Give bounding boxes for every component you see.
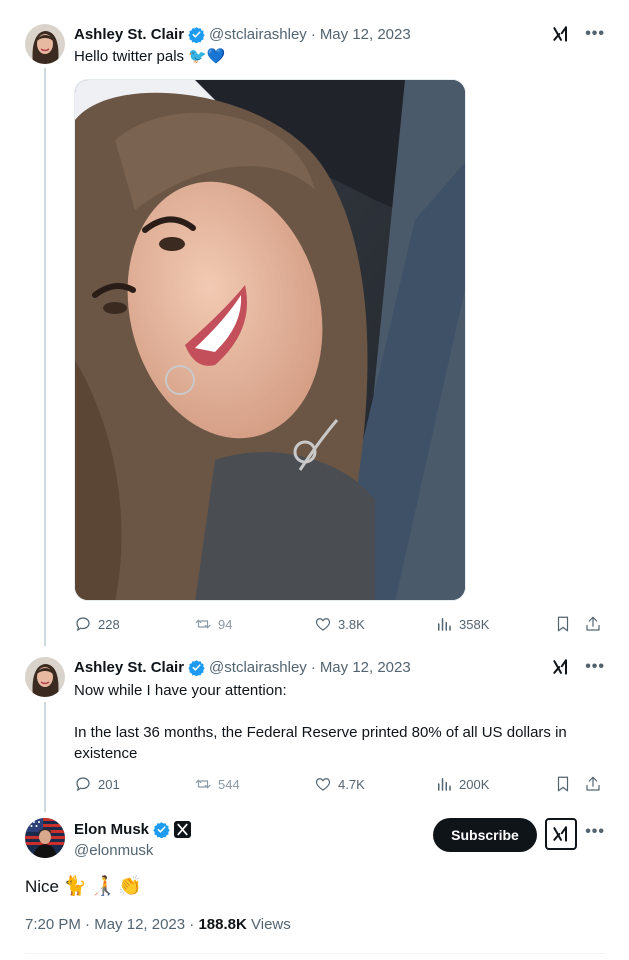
retweet-count: 544 [218, 776, 240, 792]
like-button[interactable]: 3.8K [314, 615, 365, 633]
tweet-actions: 201 544 4.7K 200K [74, 773, 604, 795]
reply-count: 228 [98, 616, 120, 632]
views-button[interactable]: 200K [435, 775, 489, 793]
views-icon [438, 618, 451, 631]
share-button[interactable] [584, 775, 602, 793]
post-time[interactable]: 7:20 PM [25, 916, 81, 933]
tweet-header: Ashley St. Clair @stclairashley · May 12… [74, 23, 411, 45]
like-button[interactable]: 4.7K [314, 775, 365, 793]
tweet-date[interactable]: May 12, 2023 [320, 659, 411, 676]
reply-button[interactable]: 201 [74, 775, 120, 793]
subscribe-button[interactable]: Subscribe [433, 818, 537, 852]
retweet-button[interactable]: 94 [194, 615, 232, 633]
grok-icon [553, 826, 567, 842]
separator: · [85, 916, 91, 933]
separator: · [310, 25, 316, 43]
post-text-body: Nice [25, 877, 60, 896]
avatar[interactable] [25, 24, 65, 64]
x-logo-icon [174, 820, 192, 838]
author-name[interactable]: Elon Musk [74, 821, 149, 838]
author-handle[interactable]: @elonmusk [74, 840, 153, 861]
clapping-hands-emoji: 👏 [118, 876, 143, 897]
post-top-actions: ••• [585, 824, 605, 840]
grok-icon[interactable] [551, 24, 571, 44]
separator: · [310, 658, 316, 676]
author-handle[interactable]: @stclairashley [209, 26, 307, 43]
more-icon[interactable]: ••• [585, 659, 605, 675]
like-count: 3.8K [338, 616, 365, 632]
like-count: 4.7K [338, 776, 365, 792]
tweet-photo[interactable] [74, 79, 466, 601]
tweet-text-line: existence [74, 745, 138, 762]
reply-count: 201 [98, 776, 120, 792]
views-label: Views [251, 916, 291, 933]
share-icon [586, 616, 600, 631]
post-meta: 7:20 PM · May 12, 2023 · 188.8K Views [25, 916, 291, 933]
bookmark-button[interactable] [554, 775, 572, 793]
share-button[interactable] [584, 615, 602, 633]
avatar[interactable] [25, 657, 65, 697]
thread-view: Ashley St. Clair @stclairashley · May 12… [0, 0, 629, 960]
bookmark-icon [557, 776, 569, 792]
share-icon [586, 776, 600, 791]
tweet-text-line: In the last 36 months, the Federal Reser… [74, 724, 567, 741]
like-icon [315, 778, 331, 791]
tweet-top-actions: ••• [551, 24, 605, 44]
views-count: 188.8K [198, 916, 247, 933]
retweet-icon [195, 619, 211, 629]
author-name[interactable]: Ashley St. Clair [74, 659, 184, 676]
post-date[interactable]: May 12, 2023 [94, 916, 185, 933]
verified-badge-icon [188, 26, 205, 43]
like-icon [315, 618, 331, 631]
thread-connector [44, 702, 46, 812]
avatar[interactable] [25, 818, 65, 858]
more-icon[interactable]: ••• [585, 26, 605, 42]
tweet-actions: 228 94 3.8K 358K [74, 613, 604, 635]
tweet-date[interactable]: May 12, 2023 [320, 26, 411, 43]
verified-badge-icon [153, 821, 170, 838]
author-handle[interactable]: @stclairashley [209, 659, 307, 676]
reply-icon [76, 777, 90, 792]
reply-icon [76, 617, 90, 632]
post-text: Nice 🐈 🧑‍🦯 👏 [25, 874, 142, 900]
tweet-text-line: Now while I have your attention: [74, 682, 287, 699]
cat-emoji: 🐈 [63, 876, 87, 897]
views-count: 200K [459, 776, 490, 792]
bookmark-button[interactable] [554, 615, 572, 633]
thread-connector [44, 68, 46, 646]
separator: · [189, 916, 195, 933]
retweet-button[interactable]: 544 [194, 775, 240, 793]
author-name[interactable]: Ashley St. Clair [74, 26, 184, 43]
retweet-count: 94 [218, 616, 233, 632]
views-button[interactable]: 358K [435, 615, 489, 633]
grok-button[interactable] [545, 818, 577, 850]
tweet-text: Now while I have your attention: In the … [74, 680, 567, 764]
verified-badge-icon [188, 659, 205, 676]
views-count: 358K [459, 616, 490, 632]
bookmark-icon [557, 616, 569, 632]
divider [25, 953, 605, 954]
retweet-icon [195, 779, 211, 789]
tweet-text: Hello twitter pals 🐦💙 [74, 48, 226, 65]
more-icon[interactable]: ••• [585, 824, 605, 840]
grok-icon[interactable] [551, 657, 571, 677]
post-author-row: Elon Musk [74, 818, 192, 840]
person-with-cane-emoji: 🧑‍🦯 [90, 876, 115, 897]
views-icon [438, 778, 451, 791]
tweet-header: Ashley St. Clair @stclairashley · May 12… [74, 656, 411, 678]
reply-button[interactable]: 228 [74, 615, 120, 633]
tweet-top-actions: ••• [551, 657, 605, 677]
